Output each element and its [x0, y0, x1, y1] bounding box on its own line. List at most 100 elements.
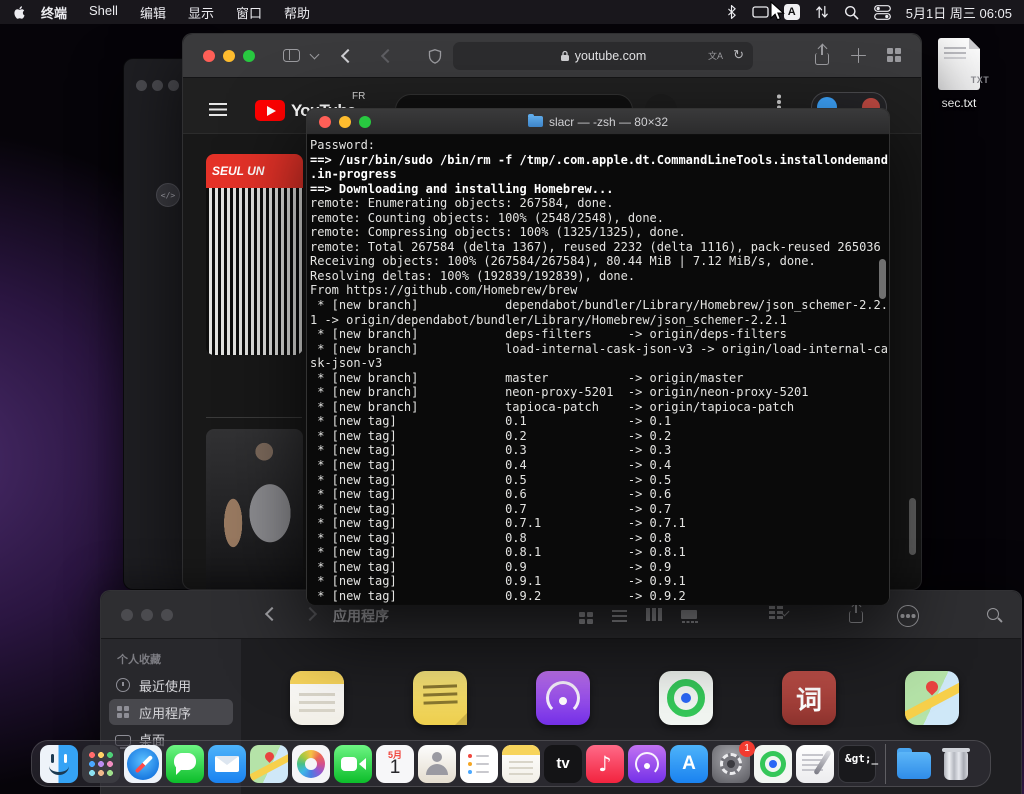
traffic-light-minimize-icon[interactable] [152, 80, 163, 91]
app-icon-find-my[interactable] [659, 671, 713, 725]
page-scrollbar[interactable] [909, 498, 916, 555]
thumbnail-banner-text: SEUL UN [206, 154, 303, 188]
back-button[interactable] [340, 48, 356, 64]
dock-item-downloads[interactable] [895, 745, 933, 783]
window-title: slacr — -zsh — 80×32 [548, 114, 669, 129]
menu-edit[interactable]: 编辑 [129, 3, 177, 22]
dock-item-calendar[interactable]: 5月 1 [376, 744, 414, 783]
app-icon-podcasts[interactable] [536, 671, 590, 725]
dock-item-textedit[interactable] [796, 744, 834, 783]
dock-item-messages[interactable] [166, 744, 204, 783]
traffic-light-close-icon[interactable] [136, 80, 147, 91]
group-by-button[interactable] [769, 606, 790, 617]
new-tab-button[interactable] [851, 48, 866, 63]
terminal-line: * [new tag] 0.5 -> 0.5 [310, 472, 672, 487]
minimize-button[interactable] [223, 50, 235, 62]
dock-item-mail[interactable] [208, 744, 246, 783]
video-thumbnail-person[interactable] [206, 429, 303, 589]
dock-item-music[interactable]: ♪ [586, 744, 624, 783]
close-button[interactable] [121, 609, 133, 621]
desktop-file-sec-txt[interactable]: TXT sec.txt [928, 38, 990, 110]
forward-button[interactable] [302, 606, 318, 622]
background-window[interactable]: </> [123, 58, 187, 590]
chevron-down-icon[interactable] [309, 49, 320, 60]
share-icon[interactable] [815, 45, 829, 65]
menu-app-name[interactable]: 终端 [30, 3, 78, 22]
terminal-line: * [new tag] 0.2 -> 0.2 [310, 428, 672, 443]
hamburger-menu-icon[interactable] [209, 103, 227, 105]
sidebar-section-label: 个人收藏 [117, 654, 161, 666]
close-button[interactable] [203, 50, 215, 62]
gallery-view-icon[interactable] [681, 610, 697, 623]
zoom-button[interactable] [359, 116, 371, 128]
view-switcher[interactable] [579, 608, 697, 623]
bluetooth-icon[interactable] [726, 4, 737, 20]
translate-icon[interactable]: 文A [708, 49, 723, 62]
dock-item-launchpad[interactable] [82, 744, 120, 783]
terminal-line: * [new tag] 0.7.1 -> 0.7.1 [310, 516, 686, 531]
privacy-shield-icon[interactable] [427, 48, 443, 70]
app-icon-dictionary[interactable]: 词 [782, 671, 836, 725]
menu-bar-clock[interactable]: 5月1日 周三 06:05 [906, 3, 1012, 22]
sidebar-item-recents[interactable]: 最近使用 [109, 672, 233, 698]
input-source-icon[interactable]: A [783, 4, 800, 20]
terminal-line: * [new branch] dependabot/bundler/Librar… [310, 298, 888, 313]
app-icon-stickies[interactable] [413, 671, 467, 725]
tab-overview-icon[interactable] [887, 48, 893, 54]
dock-item-contacts[interactable] [418, 744, 456, 783]
address-bar[interactable]: youtube.com 文A ↻ [453, 42, 753, 70]
share-icon[interactable] [849, 603, 863, 623]
dock: 5月 1 tv ♪ A 1 &gt;_ [31, 740, 991, 787]
dock-item-tv[interactable]: tv [544, 744, 582, 783]
sidebar-toggle-icon[interactable] [283, 49, 300, 62]
spotlight-search-icon[interactable] [844, 5, 859, 20]
menu-window[interactable]: 窗口 [225, 3, 273, 22]
divider [206, 417, 302, 418]
apple-menu[interactable] [0, 5, 30, 20]
app-icon-maps[interactable] [905, 671, 959, 725]
app-icon-notes[interactable] [290, 671, 344, 725]
dock-item-photos[interactable] [292, 744, 330, 783]
dock-item-podcasts[interactable] [628, 744, 666, 783]
dock-separator[interactable] [885, 743, 886, 784]
control-center-icon[interactable] [873, 4, 891, 20]
dock-item-terminal[interactable]: &gt;_ [838, 744, 878, 783]
sidebar-item-applications[interactable]: 应用程序 [109, 699, 233, 725]
dock-item-app-store[interactable]: A [670, 744, 708, 783]
icon-view-icon[interactable] [579, 612, 585, 617]
more-actions-button[interactable] [897, 605, 919, 627]
menu-view[interactable]: 显示 [177, 3, 225, 22]
dock-item-finder[interactable] [40, 744, 78, 783]
menu-shell[interactable]: Shell [78, 3, 129, 22]
dock-item-safari[interactable] [124, 744, 162, 783]
column-view-icon[interactable] [646, 608, 650, 621]
menu-help[interactable]: 帮助 [273, 3, 321, 22]
close-button[interactable] [319, 116, 331, 128]
dock-item-maps[interactable] [250, 744, 288, 783]
youtube-logo-icon[interactable] [255, 100, 285, 121]
minimize-button[interactable] [339, 116, 351, 128]
video-thumbnail[interactable]: SEUL UN [206, 154, 303, 355]
reload-icon[interactable]: ↻ [733, 47, 744, 63]
dock-item-notes[interactable] [502, 744, 540, 783]
list-view-icon[interactable] [612, 609, 627, 612]
updown-arrows-icon[interactable] [815, 4, 829, 20]
more-options-icon[interactable] [777, 100, 781, 104]
forward-button[interactable] [380, 48, 396, 64]
minimize-button[interactable] [141, 609, 153, 621]
zoom-button[interactable] [161, 609, 173, 621]
terminal-scrollbar[interactable] [879, 259, 886, 299]
zoom-button[interactable] [243, 50, 255, 62]
terminal-window[interactable]: slacr — -zsh — 80×32 Password: ==> /usr/… [306, 108, 890, 605]
dock-item-facetime[interactable] [334, 744, 372, 783]
display-icon[interactable] [752, 5, 769, 19]
dock-item-find-my[interactable] [754, 744, 792, 783]
search-icon[interactable] [987, 608, 999, 620]
safari-toolbar[interactable]: youtube.com 文A ↻ [183, 34, 921, 78]
dock-item-reminders[interactable] [460, 744, 498, 783]
back-button[interactable] [264, 606, 280, 622]
dock-item-trash[interactable] [937, 745, 975, 783]
dock-item-system-settings[interactable]: 1 [712, 740, 755, 783]
terminal-titlebar[interactable]: slacr — -zsh — 80×32 [307, 109, 889, 135]
traffic-light-zoom-icon[interactable] [168, 80, 179, 91]
